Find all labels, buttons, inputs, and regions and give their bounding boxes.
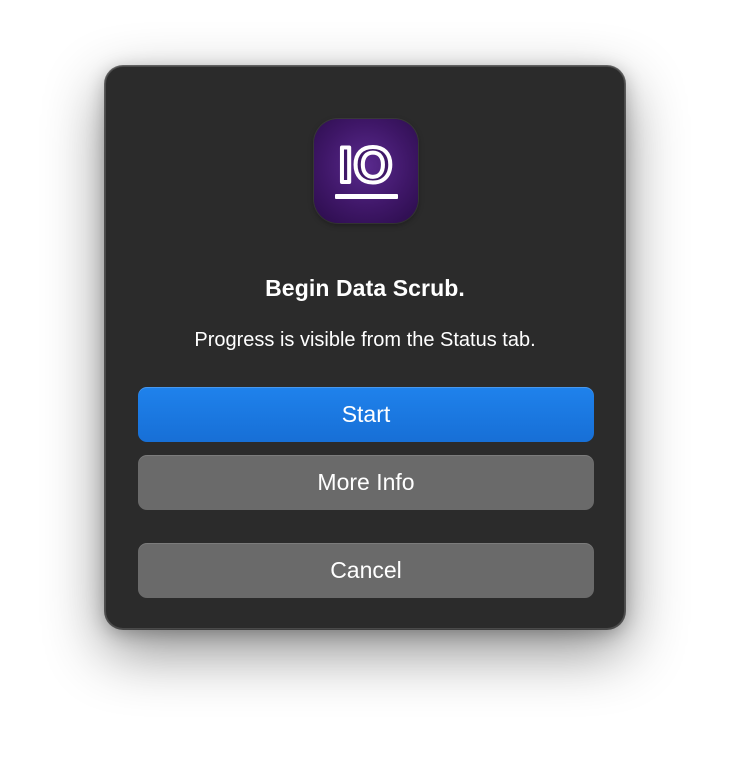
more-info-button[interactable]: More Info — [138, 455, 594, 510]
cancel-button[interactable]: Cancel — [138, 543, 594, 598]
dialog-title: Begin Data Scrub. — [265, 275, 465, 301]
app-icon-underline — [335, 194, 398, 199]
start-button[interactable]: Start — [138, 387, 594, 442]
alert-dialog: IO Begin Data Scrub. Progress is visible… — [105, 66, 625, 629]
io-logo-icon: IO — [335, 135, 398, 199]
app-icon: IO — [314, 119, 418, 223]
dialog-message: Progress is visible from the Status tab. — [194, 329, 536, 351]
screen: IO Begin Data Scrub. Progress is visible… — [0, 0, 730, 768]
app-icon-text: IO — [339, 137, 394, 193]
